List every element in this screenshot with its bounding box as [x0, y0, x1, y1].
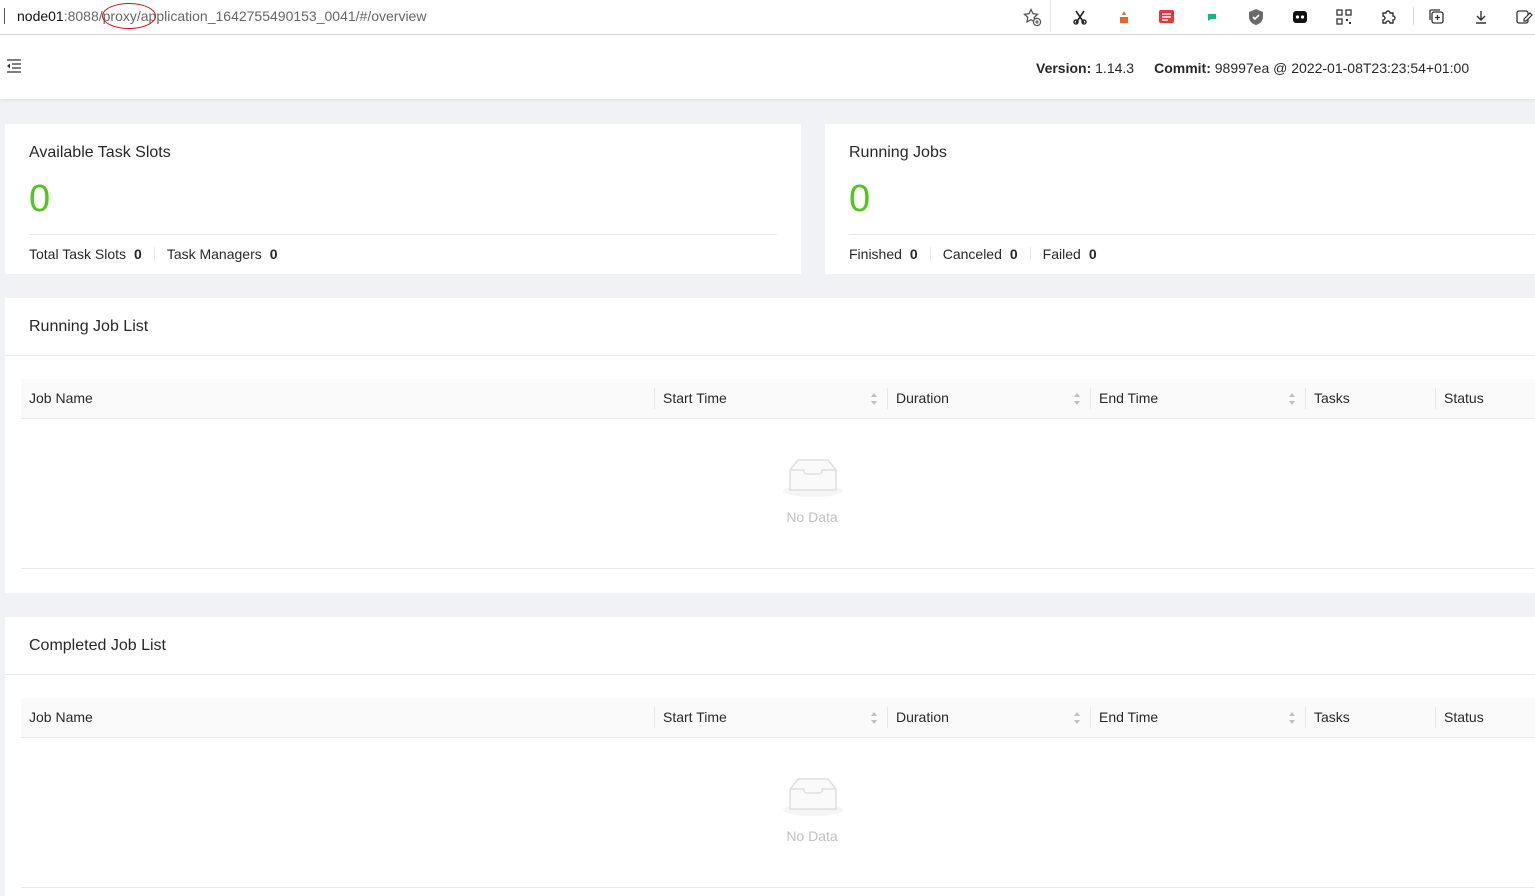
stat-divider	[929, 247, 931, 261]
column-end-time[interactable]: End Time	[1099, 698, 1158, 737]
stat-divider	[1029, 247, 1031, 261]
title-divider	[5, 674, 1535, 675]
stat-failed: Failed 0	[1043, 246, 1097, 262]
empty-text: No Data	[786, 828, 838, 844]
stat-row: Finished 0 Canceled 0 Failed 0	[849, 246, 1097, 262]
column-status: Status	[1444, 709, 1484, 725]
stat-label: Task Managers	[166, 246, 262, 262]
empty-inbox-icon	[783, 459, 843, 497]
qr-icon[interactable]	[1334, 7, 1354, 27]
stat-value: 0	[269, 246, 278, 262]
column-duration[interactable]: Duration	[896, 698, 949, 737]
completed-job-list-card: Completed Job List Job Name Start Time D…	[5, 617, 1535, 896]
browser-toolbar: node01:8088/proxy/application_1642755490…	[0, 0, 1535, 35]
star-add-icon[interactable]	[1022, 7, 1042, 27]
sort-icon[interactable]	[870, 710, 878, 726]
shield-icon[interactable]	[1246, 7, 1266, 27]
stat-divider	[153, 247, 155, 261]
task-slots-card: Available Task Slots 0 Total Task Slots …	[5, 124, 801, 274]
running-jobs-card: Running Jobs 0 Finished 0 Canceled 0 Fai…	[825, 124, 1535, 274]
edit-icon[interactable]	[1514, 7, 1534, 27]
app-header: Version: 1.14.3 Commit: 98997ea @ 2022-01…	[0, 35, 1535, 99]
toolbar-separator	[1413, 7, 1414, 25]
version-value: 1.14.3	[1095, 60, 1135, 76]
column-divider	[1090, 388, 1091, 409]
title-divider	[5, 355, 1535, 356]
column-start-time[interactable]: Start Time	[663, 698, 727, 737]
address-bar[interactable]: node01:8088/proxy/application_1642755490…	[0, 0, 1051, 32]
table-bottom-border	[21, 887, 1535, 888]
red-circle-annotation	[102, 3, 156, 29]
list-title: Running Job List	[29, 318, 149, 335]
commit-value: 98997ea @ 2022-01-08T23:23:54+01:00	[1214, 60, 1470, 76]
commit-label: Commit:	[1154, 60, 1211, 76]
stat-value: 0	[1088, 246, 1097, 262]
stat-value: 0	[909, 246, 918, 262]
stat-canceled: Canceled 0	[943, 246, 1018, 262]
menu-fold-icon[interactable]	[6, 58, 22, 74]
extension-black-icon[interactable]	[1290, 7, 1310, 27]
table-bottom-border	[21, 568, 1535, 569]
url-host: node01	[17, 8, 64, 24]
list-title: Completed Job List	[29, 637, 166, 654]
stat-label: Failed	[1042, 246, 1081, 262]
extension-red-icon[interactable]	[1157, 7, 1177, 27]
sort-icon[interactable]	[1288, 391, 1296, 407]
sort-icon[interactable]	[870, 391, 878, 407]
stat-label: Finished	[849, 246, 902, 262]
puzzle-icon[interactable]	[1378, 7, 1398, 27]
stat-finished: Finished 0	[849, 246, 918, 262]
collections-icon[interactable]	[1427, 7, 1447, 27]
stat-task-managers: Task Managers 0	[167, 246, 278, 262]
column-status: Status	[1444, 390, 1484, 406]
extension-orange-icon[interactable]	[1114, 7, 1134, 27]
column-end-time[interactable]: End Time	[1099, 379, 1158, 418]
available-slots-value: 0	[29, 178, 51, 220]
stat-row: Total Task Slots 0 Task Managers 0	[29, 246, 278, 262]
table-header: Job Name Start Time Duration End Time Ta…	[21, 698, 1535, 738]
sort-icon[interactable]	[1288, 710, 1296, 726]
column-divider	[887, 388, 888, 409]
text-caret	[4, 8, 5, 24]
column-divider	[887, 707, 888, 728]
card-title: Running Jobs	[849, 144, 947, 161]
empty-text: No Data	[786, 509, 838, 525]
column-job-name: Job Name	[29, 390, 93, 406]
stat-total-task-slots: Total Task Slots 0	[29, 246, 142, 262]
url-text[interactable]: node01:8088/proxy/application_1642755490…	[17, 8, 426, 24]
stat-value: 0	[134, 246, 142, 262]
version-info: Version: 1.14.3 Commit: 98997ea @ 2022-01…	[1036, 60, 1469, 76]
running-jobs-value: 0	[849, 178, 871, 220]
download-icon[interactable]	[1471, 7, 1491, 27]
extension-green-icon[interactable]	[1202, 7, 1222, 27]
card-divider	[849, 234, 1535, 235]
column-duration[interactable]: Duration	[896, 379, 949, 418]
sort-icon[interactable]	[1073, 710, 1081, 726]
stat-label: Canceled	[942, 246, 1002, 262]
column-tasks: Tasks	[1314, 390, 1350, 406]
table-header: Job Name Start Time Duration End Time Ta…	[21, 379, 1535, 419]
running-job-list-card: Running Job List Job Name Start Time Dur…	[5, 298, 1535, 593]
column-divider	[1305, 707, 1306, 728]
column-job-name: Job Name	[29, 709, 93, 725]
stat-value: 0	[1009, 246, 1018, 262]
version-label: Version:	[1036, 60, 1092, 76]
stat-label: Total Task Slots	[29, 246, 127, 262]
column-divider	[654, 707, 655, 728]
empty-inbox-icon	[783, 778, 843, 816]
sort-icon[interactable]	[1073, 391, 1081, 407]
column-divider	[1090, 707, 1091, 728]
column-tasks: Tasks	[1314, 709, 1350, 725]
card-divider	[29, 234, 777, 235]
scissors-icon[interactable]	[1070, 7, 1090, 27]
column-divider	[1435, 707, 1436, 728]
column-divider	[654, 388, 655, 409]
column-divider	[1435, 388, 1436, 409]
column-start-time[interactable]: Start Time	[663, 379, 727, 418]
column-divider	[1305, 388, 1306, 409]
card-title: Available Task Slots	[29, 144, 171, 161]
